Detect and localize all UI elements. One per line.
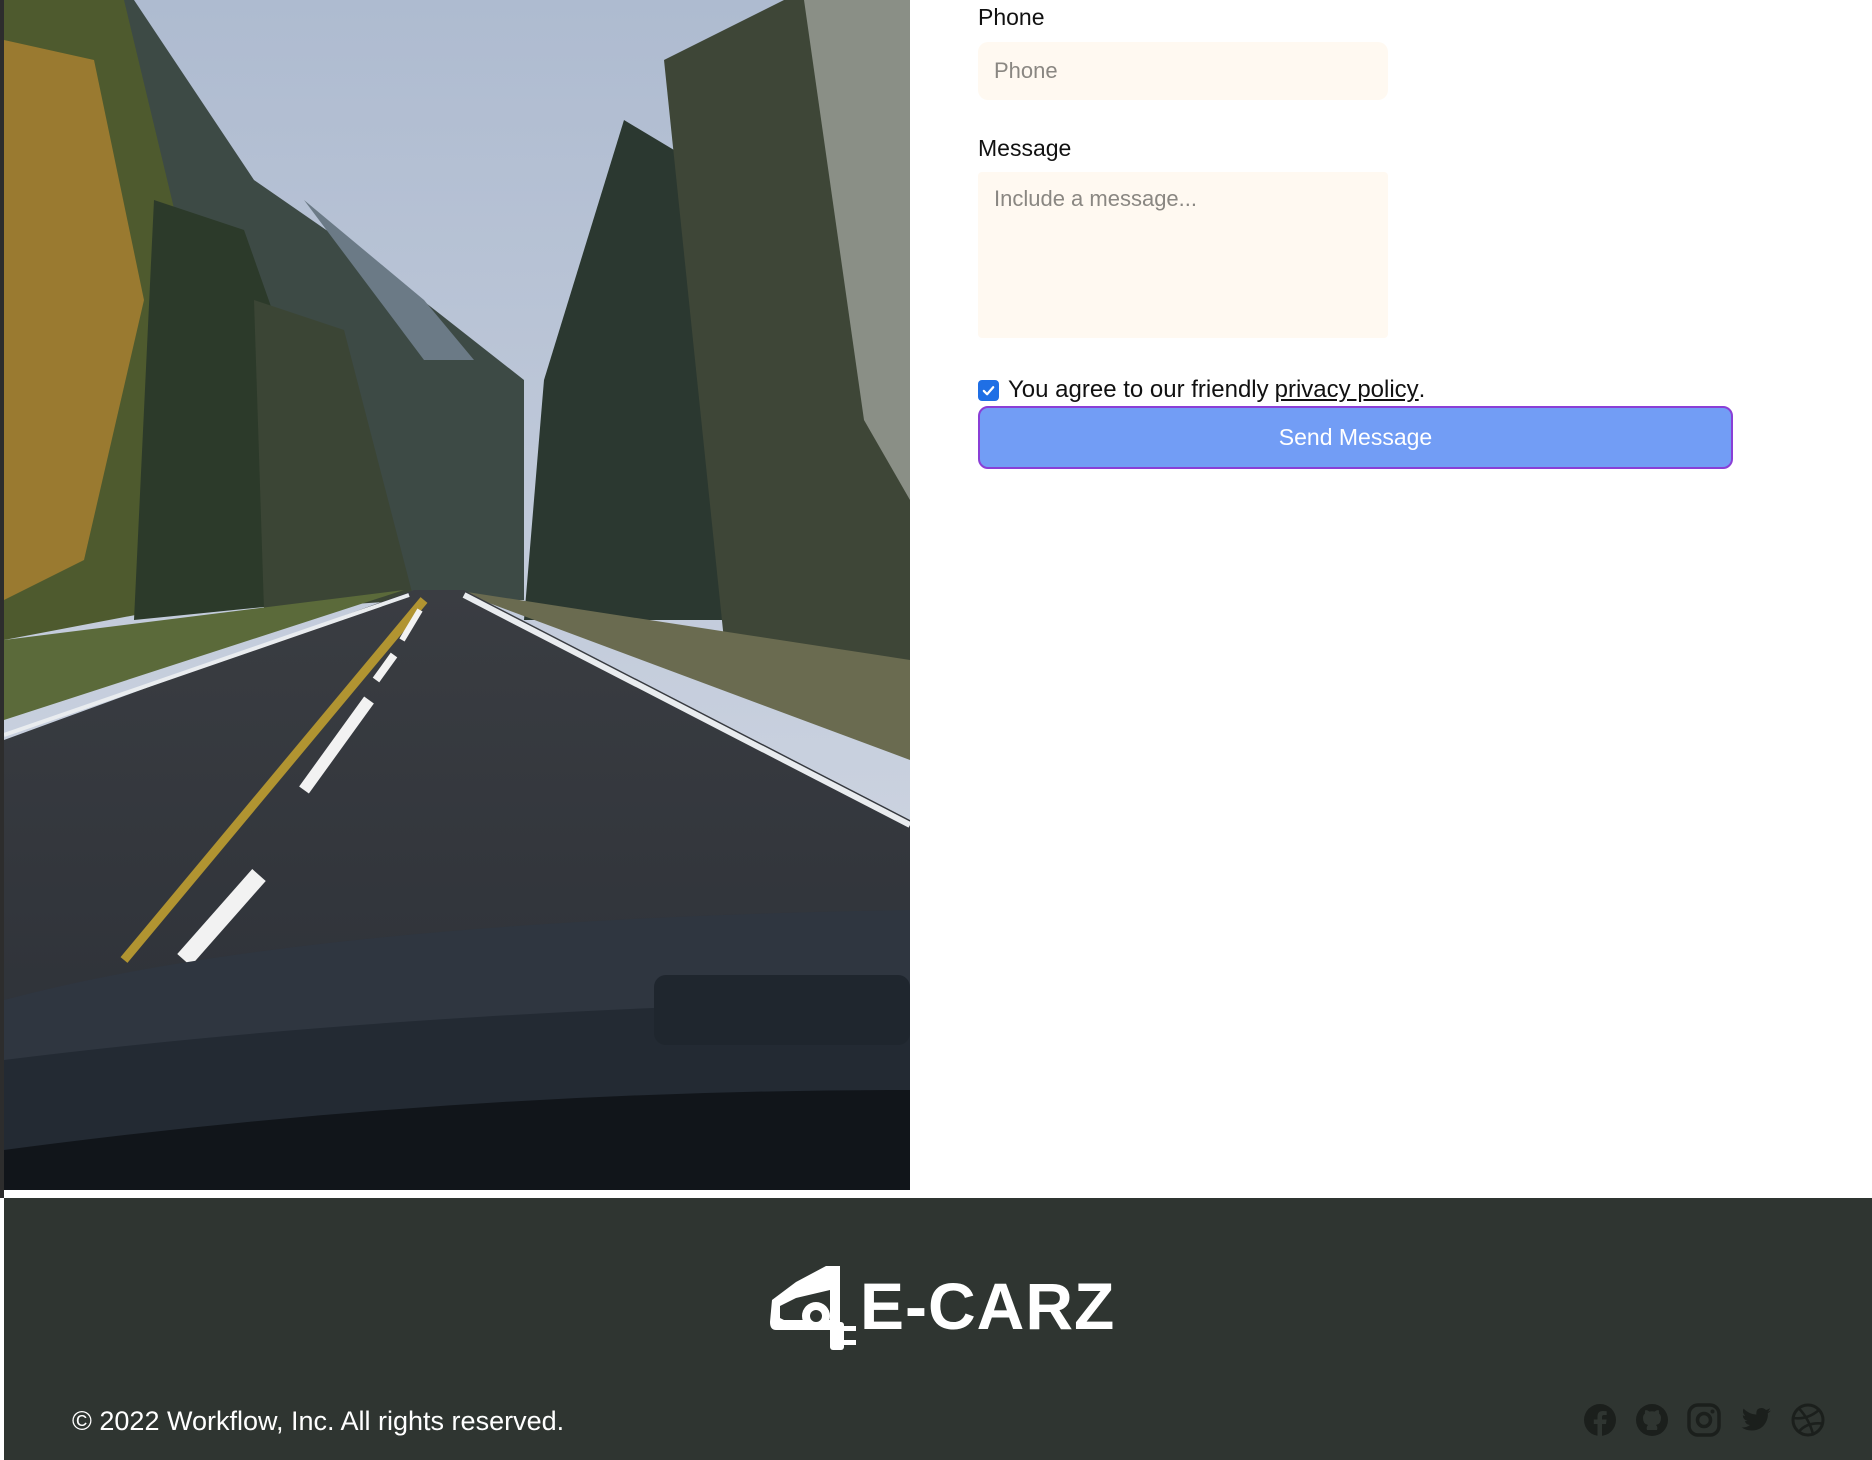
- github-link[interactable]: [1634, 1402, 1670, 1438]
- github-icon: [1636, 1404, 1668, 1436]
- send-message-label: Send Message: [1278, 424, 1433, 450]
- message-label: Message: [978, 135, 1072, 161]
- logo-text: E-CARZ: [860, 1269, 1116, 1343]
- privacy-agreement: You agree to our friendly privacy policy…: [978, 376, 1425, 404]
- dribbble-icon: [1791, 1403, 1825, 1437]
- check-icon: [982, 385, 995, 395]
- instagram-icon: [1687, 1403, 1721, 1437]
- facebook-icon: [1584, 1404, 1616, 1437]
- send-message-button[interactable]: Send Message: [978, 406, 1733, 469]
- footer: E-CARZ © 2022 Workflow, Inc. All rights …: [4, 1198, 1872, 1460]
- facebook-link[interactable]: [1582, 1402, 1618, 1438]
- copyright-text: © 2022 Workflow, Inc. All rights reserve…: [72, 1406, 565, 1436]
- dribbble-link[interactable]: [1790, 1402, 1826, 1438]
- phone-label: Phone: [978, 4, 1045, 30]
- ecarz-logo[interactable]: E-CARZ: [766, 1260, 1115, 1352]
- agree-suffix: .: [1418, 376, 1426, 403]
- road-photo: [4, 0, 910, 1190]
- privacy-policy-link[interactable]: privacy policy: [1275, 376, 1419, 404]
- message-textarea[interactable]: [978, 172, 1388, 338]
- ev-plug-car-icon: [770, 1266, 856, 1350]
- twitter-icon: [1741, 1408, 1771, 1431]
- agree-checkbox[interactable]: [978, 379, 999, 401]
- phone-input[interactable]: [978, 42, 1388, 100]
- agree-text: You agree to our friendly: [1008, 376, 1269, 403]
- twitter-link[interactable]: [1738, 1402, 1774, 1438]
- instagram-link[interactable]: [1686, 1402, 1722, 1438]
- social-links: [1582, 1402, 1826, 1438]
